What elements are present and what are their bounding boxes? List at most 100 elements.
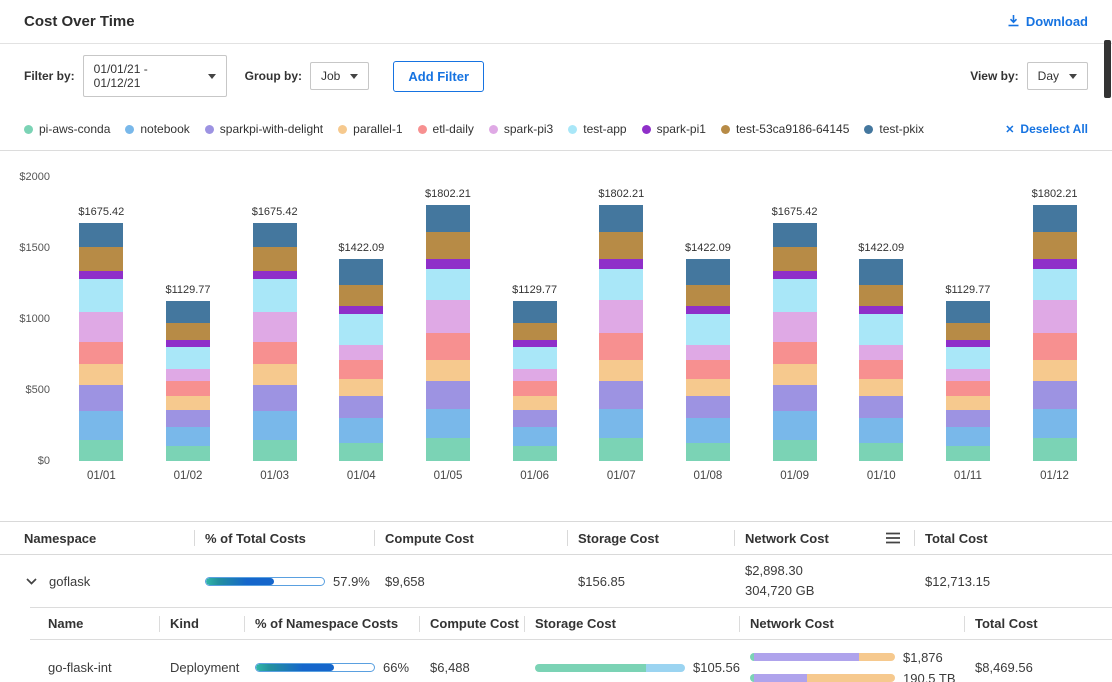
bar-01/05[interactable]: $1802.2101/05 [426, 177, 470, 461]
bar-segment-notebook[interactable] [686, 418, 730, 442]
bar-segment-test-pkix[interactable] [253, 223, 297, 247]
table-row-goflask[interactable]: goflask 57.9% $9,658 $156.85 $2,898.30 3… [0, 555, 1112, 607]
bar-segment-pi-aws-conda[interactable] [339, 443, 383, 462]
bar-segment-test-pkix[interactable] [79, 223, 123, 247]
add-filter-button[interactable]: Add Filter [393, 61, 484, 92]
bar-segment-test-app[interactable] [686, 314, 730, 345]
bar-segment-spark-pi1[interactable] [253, 271, 297, 280]
bar-segment-test-pkix[interactable] [513, 301, 557, 323]
legend-item-notebook[interactable]: notebook [125, 122, 189, 136]
table-row-go-flask-int[interactable]: go-flask-int Deployment 66% $6,488 $105.… [30, 640, 1112, 682]
bar-segment-test-pkix[interactable] [773, 223, 817, 247]
bar-segment-test-53ca9186-64145[interactable] [773, 247, 817, 271]
bar-01/01[interactable]: $1675.4201/01 [79, 177, 123, 461]
bar-segment-parallel-1[interactable] [339, 379, 383, 396]
bar-segment-test-app[interactable] [166, 347, 210, 369]
bar-segment-notebook[interactable] [253, 411, 297, 439]
bar-segment-sparkpi-with-delight[interactable] [1033, 381, 1077, 409]
column-header-storage-cost[interactable]: Storage Cost [525, 608, 740, 639]
legend-item-sparkpi-with-delight[interactable]: sparkpi-with-delight [205, 122, 323, 136]
bar-01/06[interactable]: $1129.7701/06 [513, 177, 557, 461]
bar-segment-notebook[interactable] [339, 418, 383, 442]
bar-segment-test-app[interactable] [773, 279, 817, 312]
bar-segment-pi-aws-conda[interactable] [946, 446, 990, 461]
bar-segment-sparkpi-with-delight[interactable] [859, 396, 903, 418]
bar-segment-spark-pi1[interactable] [339, 306, 383, 314]
bar-segment-sparkpi-with-delight[interactable] [686, 396, 730, 418]
bar-segment-test-pkix[interactable] [1033, 205, 1077, 232]
bar-segment-sparkpi-with-delight[interactable] [166, 410, 210, 427]
bar-segment-etl-daily[interactable] [513, 381, 557, 397]
column-menu-icon[interactable] [885, 532, 901, 544]
bar-segment-etl-daily[interactable] [426, 333, 470, 359]
bar-segment-spark-pi3[interactable] [339, 345, 383, 359]
bar-segment-notebook[interactable] [599, 409, 643, 439]
bar-segment-sparkpi-with-delight[interactable] [339, 396, 383, 418]
column-header-pct-total[interactable]: % of Total Costs [195, 522, 375, 554]
bar-segment-spark-pi3[interactable] [773, 312, 817, 342]
bar-segment-test-53ca9186-64145[interactable] [513, 323, 557, 341]
bar-segment-parallel-1[interactable] [166, 396, 210, 410]
bar-01/02[interactable]: $1129.7701/02 [166, 177, 210, 461]
bar-segment-parallel-1[interactable] [599, 360, 643, 381]
bar-segment-pi-aws-conda[interactable] [686, 443, 730, 462]
bar-segment-test-app[interactable] [253, 279, 297, 312]
bar-segment-test-app[interactable] [1033, 269, 1077, 300]
bar-segment-spark-pi3[interactable] [686, 345, 730, 359]
bar-segment-notebook[interactable] [426, 409, 470, 439]
bar-segment-notebook[interactable] [513, 427, 557, 446]
bar-segment-etl-daily[interactable] [339, 360, 383, 380]
legend-item-test-53ca9186-64145[interactable]: test-53ca9186-64145 [721, 122, 849, 136]
chevron-down-icon[interactable] [26, 578, 37, 585]
bar-segment-sparkpi-with-delight[interactable] [599, 381, 643, 409]
legend-item-test-app[interactable]: test-app [568, 122, 626, 136]
bar-segment-parallel-1[interactable] [513, 396, 557, 410]
bar-segment-test-app[interactable] [513, 347, 557, 369]
bar-segment-etl-daily[interactable] [166, 381, 210, 397]
bar-segment-spark-pi3[interactable] [513, 369, 557, 381]
view-by-dropdown[interactable]: Day [1027, 62, 1088, 90]
bar-segment-notebook[interactable] [946, 427, 990, 446]
bar-01/03[interactable]: $1675.4201/03 [253, 177, 297, 461]
bar-01/09[interactable]: $1675.4201/09 [773, 177, 817, 461]
bar-segment-parallel-1[interactable] [1033, 360, 1077, 381]
legend-item-parallel-1[interactable]: parallel-1 [338, 122, 402, 136]
bar-segment-pi-aws-conda[interactable] [426, 438, 470, 461]
bar-segment-test-app[interactable] [426, 269, 470, 300]
bar-segment-test-pkix[interactable] [686, 259, 730, 285]
bar-segment-test-pkix[interactable] [339, 259, 383, 285]
bar-segment-sparkpi-with-delight[interactable] [773, 385, 817, 411]
bar-segment-test-53ca9186-64145[interactable] [426, 232, 470, 260]
bar-segment-spark-pi1[interactable] [773, 271, 817, 280]
bar-segment-pi-aws-conda[interactable] [166, 446, 210, 461]
bar-01/11[interactable]: $1129.7701/11 [946, 177, 990, 461]
bar-segment-test-app[interactable] [946, 347, 990, 369]
bar-segment-etl-daily[interactable] [1033, 333, 1077, 359]
bar-segment-test-app[interactable] [79, 279, 123, 312]
bar-segment-test-53ca9186-64145[interactable] [1033, 232, 1077, 260]
column-header-network-cost[interactable]: Network Cost [740, 608, 965, 639]
column-header-network-cost[interactable]: Network Cost [735, 522, 915, 554]
bar-01/10[interactable]: $1422.0901/10 [859, 177, 903, 461]
download-button[interactable]: Download [1007, 14, 1088, 30]
bar-segment-parallel-1[interactable] [946, 396, 990, 410]
legend-item-pi-aws-conda[interactable]: pi-aws-conda [24, 122, 110, 136]
bar-segment-spark-pi1[interactable] [426, 259, 470, 268]
bar-segment-spark-pi3[interactable] [253, 312, 297, 342]
deselect-all-button[interactable]: ✕ Deselect All [1005, 122, 1088, 136]
bar-segment-test-pkix[interactable] [946, 301, 990, 323]
bar-segment-test-53ca9186-64145[interactable] [166, 323, 210, 341]
bar-segment-spark-pi1[interactable] [79, 271, 123, 280]
bar-segment-notebook[interactable] [79, 411, 123, 439]
column-header-compute-cost[interactable]: Compute Cost [420, 608, 525, 639]
bar-segment-test-53ca9186-64145[interactable] [253, 247, 297, 271]
column-header-compute-cost[interactable]: Compute Cost [375, 522, 568, 554]
bar-segment-etl-daily[interactable] [253, 342, 297, 365]
bar-segment-test-pkix[interactable] [599, 205, 643, 232]
bar-01/12[interactable]: $1802.2101/12 [1033, 177, 1077, 461]
bar-segment-etl-daily[interactable] [946, 381, 990, 397]
bar-segment-parallel-1[interactable] [859, 379, 903, 396]
scrollbar-thumb[interactable] [1104, 40, 1111, 98]
bar-segment-test-app[interactable] [859, 314, 903, 345]
group-by-dropdown[interactable]: Job [310, 62, 369, 90]
